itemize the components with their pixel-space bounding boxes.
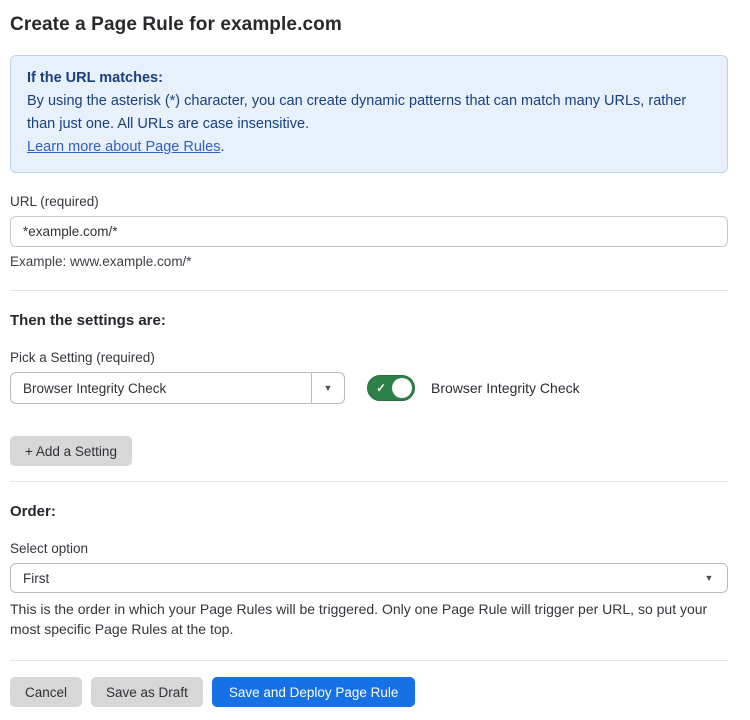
order-select-label: Select option — [10, 541, 728, 556]
check-icon: ✓ — [376, 382, 386, 394]
chevron-down-icon[interactable]: ▼ — [311, 373, 344, 403]
order-section-heading: Order: — [10, 503, 728, 520]
browser-integrity-toggle[interactable]: ✓ — [367, 375, 415, 401]
order-description: This is the order in which your Page Rul… — [10, 600, 728, 639]
setting-picker-label: Pick a Setting (required) — [10, 350, 728, 365]
divider — [10, 481, 728, 482]
add-setting-button[interactable]: + Add a Setting — [10, 436, 132, 466]
link-suffix: . — [220, 139, 224, 155]
setting-select-value: Browser Integrity Check — [11, 373, 311, 403]
url-input[interactable] — [10, 216, 728, 247]
info-box-heading: If the URL matches: — [27, 67, 711, 90]
settings-section-heading: Then the settings are: — [10, 312, 728, 329]
chevron-down-icon: ▼ — [691, 564, 727, 592]
divider — [10, 290, 728, 291]
url-label: URL (required) — [10, 194, 728, 209]
page-title: Create a Page Rule for example.com — [10, 14, 728, 36]
cancel-button[interactable]: Cancel — [10, 677, 82, 707]
learn-more-link[interactable]: Learn more about Page Rules — [27, 139, 220, 155]
toggle-knob — [392, 378, 412, 398]
url-hint: Example: www.example.com/* — [10, 254, 728, 269]
save-and-deploy-button[interactable]: Save and Deploy Page Rule — [212, 677, 416, 707]
info-box-link-line: Learn more about Page Rules. — [27, 136, 711, 159]
order-select[interactable]: First ▼ — [10, 563, 728, 593]
order-select-value: First — [11, 564, 691, 592]
url-match-info-box: If the URL matches: By using the asteris… — [10, 55, 728, 173]
setting-select[interactable]: Browser Integrity Check ▼ — [10, 372, 345, 404]
setting-row: Browser Integrity Check ▼ ✓ Browser Inte… — [10, 372, 728, 404]
info-box-body: By using the asterisk (*) character, you… — [27, 90, 711, 136]
toggle-label: Browser Integrity Check — [431, 380, 580, 396]
footer-actions: Cancel Save as Draft Save and Deploy Pag… — [10, 677, 728, 707]
save-as-draft-button[interactable]: Save as Draft — [91, 677, 203, 707]
divider — [10, 660, 728, 661]
page-rule-form: Create a Page Rule for example.com If th… — [0, 0, 750, 707]
